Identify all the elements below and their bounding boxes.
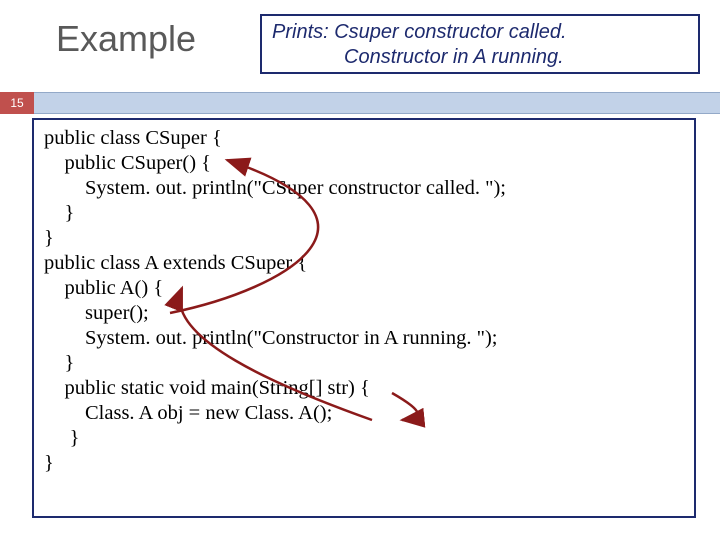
code-line: }	[44, 452, 54, 474]
slide: Example Prints: Csuper constructor calle…	[0, 0, 720, 540]
slide-title: Example	[56, 18, 196, 60]
code-line: }	[44, 202, 74, 224]
code-line: public static void main(String[] str) {	[44, 377, 370, 399]
code-line: super();	[44, 302, 149, 324]
code-line: }	[44, 352, 74, 374]
code-line: public class A extends CSuper {	[44, 252, 307, 274]
code-line: public class CSuper {	[44, 127, 222, 149]
code-line: }	[44, 227, 54, 249]
page-number: 15	[0, 92, 34, 114]
code-line: }	[44, 427, 79, 449]
code-line: Class. A obj = new Class. A();	[44, 402, 332, 424]
page-bar: 15	[0, 92, 720, 114]
code-block: public class CSuper { public CSuper() { …	[32, 118, 696, 518]
code-line: System. out. println("CSuper constructor…	[44, 177, 506, 199]
code-line: public CSuper() {	[44, 152, 211, 174]
code-line: public A() {	[44, 277, 163, 299]
caption-line-2: Constructor in A running.	[272, 45, 688, 70]
caption-box: Prints: Csuper constructor called. Const…	[260, 14, 700, 74]
caption-line-1: Prints: Csuper constructor called.	[272, 20, 688, 45]
page-bar-fill	[34, 92, 720, 114]
code-line: System. out. println("Constructor in A r…	[44, 327, 498, 349]
